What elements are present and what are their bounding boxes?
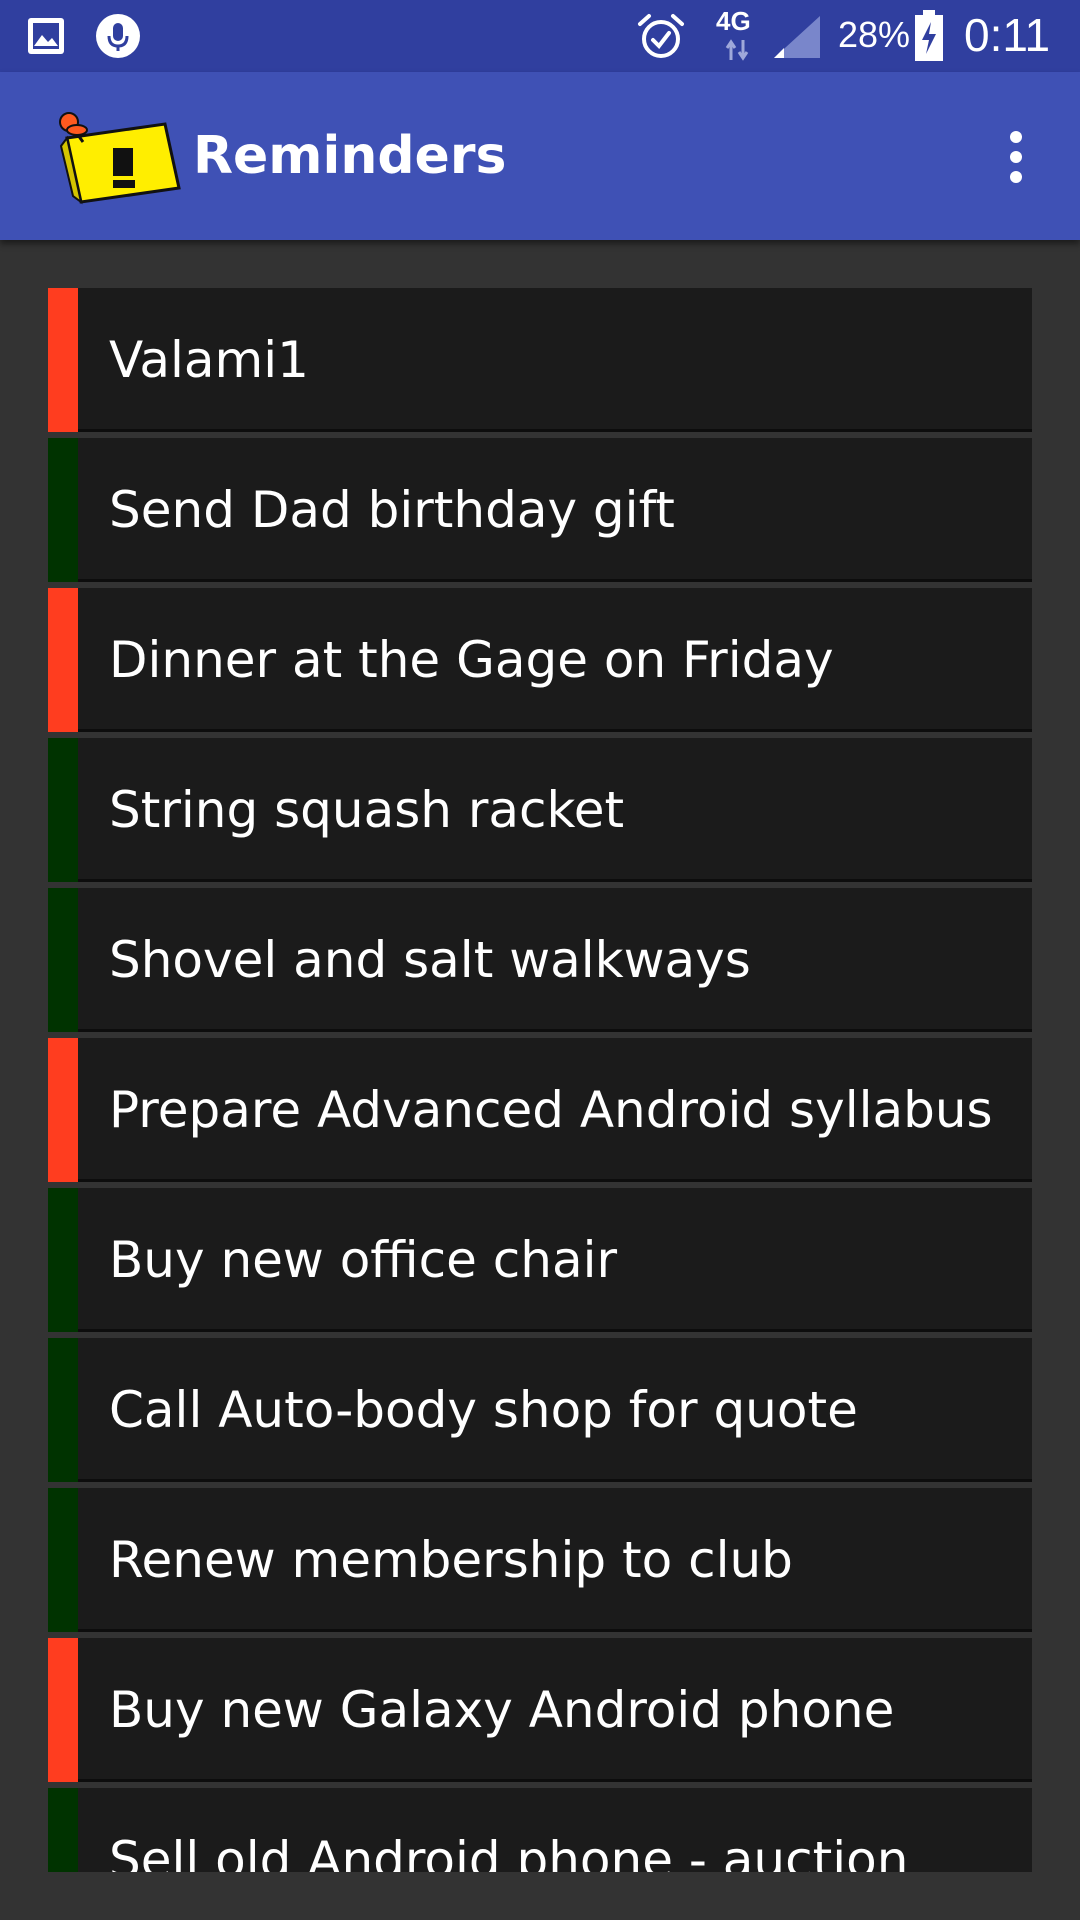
reminder-row[interactable]: String squash racket: [48, 738, 1032, 882]
priority-indicator: [48, 1338, 78, 1482]
app-bar: Reminders: [0, 72, 1080, 240]
microphone-icon: [96, 14, 140, 58]
priority-indicator: [48, 888, 78, 1032]
reminder-row[interactable]: Send Dad birthday gift: [48, 438, 1032, 582]
reminder-row[interactable]: Renew membership to club: [48, 1488, 1032, 1632]
reminder-text: Send Dad birthday gift: [109, 481, 675, 539]
reminder-row[interactable]: Sell old Android phone - auction: [48, 1788, 1032, 1872]
reminder-row[interactable]: Call Auto-body shop for quote: [48, 1338, 1032, 1482]
priority-indicator: [48, 438, 78, 582]
reminder-text: Valami1: [109, 331, 309, 389]
reminder-row[interactable]: Buy new office chair: [48, 1188, 1032, 1332]
image-icon: [28, 18, 64, 54]
reminder-text: Prepare Advanced Android syllabus: [109, 1081, 993, 1139]
reminder-row[interactable]: Shovel and salt walkways: [48, 888, 1032, 1032]
reminder-text: Dinner at the Gage on Friday: [109, 631, 834, 689]
priority-indicator: [48, 1788, 78, 1872]
reminder-text: Buy new Galaxy Android phone: [109, 1681, 895, 1739]
reminder-row-important[interactable]: Buy new Galaxy Android phone: [48, 1638, 1032, 1782]
data-arrows-icon: [725, 39, 749, 61]
priority-indicator: [48, 1188, 78, 1332]
priority-indicator: [48, 738, 78, 882]
network-type-label: 4G: [716, 6, 751, 36]
priority-indicator: [48, 1038, 78, 1182]
priority-indicator: [48, 288, 78, 432]
reminder-text: Call Auto-body shop for quote: [109, 1381, 858, 1439]
priority-indicator: [48, 1638, 78, 1782]
more-options-button[interactable]: [990, 127, 1038, 187]
reminder-row-important[interactable]: Valami1: [48, 288, 1032, 432]
reminder-text: String squash racket: [109, 781, 625, 839]
priority-indicator: [48, 588, 78, 732]
priority-indicator: [48, 1488, 78, 1632]
reminder-text: Sell old Android phone - auction: [109, 1831, 909, 1872]
reminder-row-important[interactable]: Dinner at the Gage on Friday: [48, 588, 1032, 732]
reminders-list[interactable]: Valami1 Send Dad birthday gift Dinner at…: [48, 288, 1032, 1872]
battery-charging-icon: [915, 10, 943, 61]
reminder-row-important[interactable]: Prepare Advanced Android syllabus: [48, 1038, 1032, 1182]
sticky-note-pin-icon: [59, 112, 181, 205]
alarm-icon: [638, 14, 684, 58]
signal-icon: [774, 16, 820, 58]
clock: 0:11: [964, 9, 1051, 61]
more-vert-icon: [1010, 131, 1022, 143]
battery-percent: 28%: [838, 14, 911, 55]
app-title: Reminders: [193, 126, 507, 186]
status-bar: 4G 28% 0:11: [0, 0, 1080, 72]
reminder-text: Buy new office chair: [109, 1231, 618, 1289]
reminder-text: Shovel and salt walkways: [109, 931, 751, 989]
reminder-text: Renew membership to club: [109, 1531, 793, 1589]
